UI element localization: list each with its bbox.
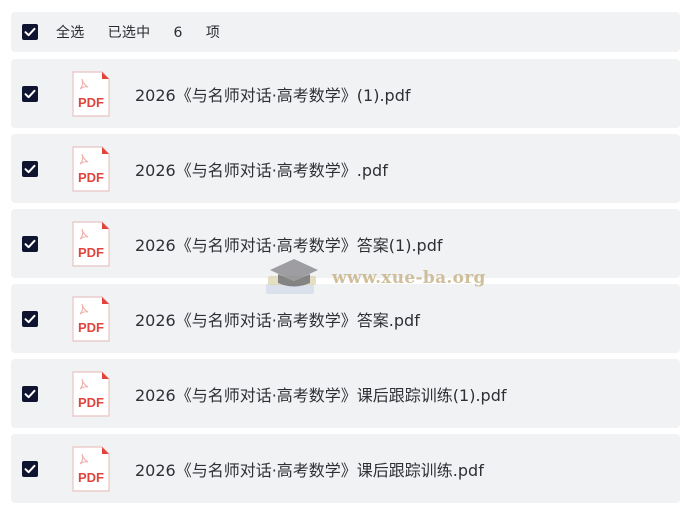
file-name[interactable]: 2026《与名师对话·高考数学》.pdf [135,157,388,181]
file-list: PDF 2026《与名师对话·高考数学》(1).pdf PDF 2026《与名师对话·… [11,59,680,509]
pdf-label: PDF [78,95,104,110]
file-name[interactable]: 2026《与名师对话·高考数学》答案(1).pdf [135,232,443,256]
checkmark-icon [24,239,36,248]
file-checkbox[interactable] [22,160,38,177]
pdf-file-icon: PDF [72,145,110,192]
selected-count: 6 [173,25,183,41]
pdf-file-icon: PDF [72,370,110,417]
pdf-file-icon: PDF [72,220,110,267]
pdf-file-icon: PDF [72,445,110,492]
selection-summary: 全选 已选中 6 项 [56,22,220,42]
checkmark-icon [24,389,36,398]
select-all-label[interactable]: 全选 [56,25,84,41]
file-row[interactable]: PDF 2026《与名师对话·高考数学》答案.pdf [11,284,680,353]
checkmark-icon [24,89,36,98]
selected-prefix: 已选中 [107,25,151,41]
file-row[interactable]: PDF 2026《与名师对话·高考数学》(1).pdf [11,59,680,128]
file-checkbox[interactable] [22,460,38,477]
file-checkbox[interactable] [22,385,38,402]
file-checkbox[interactable] [22,310,38,327]
checkmark-icon [24,314,36,323]
file-name[interactable]: 2026《与名师对话·高考数学》(1).pdf [135,82,411,106]
pdf-file-icon: PDF [72,70,110,117]
pdf-label: PDF [78,170,104,185]
file-row[interactable]: PDF 2026《与名师对话·高考数学》课后跟踪训练(1).pdf [11,359,680,428]
file-row[interactable]: PDF 2026《与名师对话·高考数学》.pdf [11,134,680,203]
pdf-label: PDF [78,245,104,260]
file-name[interactable]: 2026《与名师对话·高考数学》答案.pdf [135,307,420,331]
file-checkbox[interactable] [22,85,38,102]
file-row[interactable]: PDF 2026《与名师对话·高考数学》课后跟踪训练.pdf [11,434,680,503]
pdf-label: PDF [78,470,104,485]
file-name[interactable]: 2026《与名师对话·高考数学》课后跟踪训练(1).pdf [135,382,507,406]
checkmark-icon [24,27,36,37]
checkmark-icon [24,464,36,473]
checkmark-icon [24,164,36,173]
file-name[interactable]: 2026《与名师对话·高考数学》课后跟踪训练.pdf [135,457,484,481]
pdf-label: PDF [78,320,104,335]
pdf-file-icon: PDF [72,295,110,342]
select-all-checkbox[interactable] [22,24,38,40]
select-all-bar: 全选 已选中 6 项 [11,12,680,52]
file-row[interactable]: PDF 2026《与名师对话·高考数学》答案(1).pdf [11,209,680,278]
selected-suffix: 项 [205,25,221,41]
pdf-label: PDF [78,395,104,410]
file-checkbox[interactable] [22,235,38,252]
